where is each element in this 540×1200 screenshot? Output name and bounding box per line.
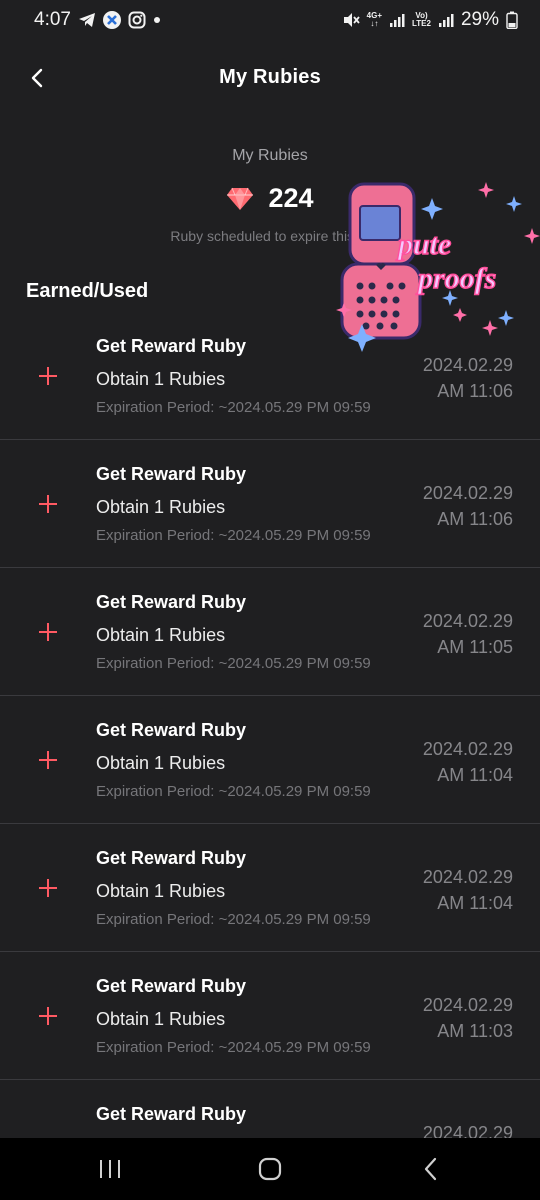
- status-time: 4:07: [34, 9, 71, 30]
- row-time: AM 11:03: [437, 1021, 513, 1041]
- signal-icon: [389, 12, 405, 28]
- plus-icon: [39, 623, 57, 641]
- row-expiration: Expiration Period: ~2024.05.29 PM 09:59: [96, 1039, 371, 1056]
- row-expiration: Expiration Period: ~2024.05.29 PM 09:59: [96, 399, 371, 416]
- row-amount: Obtain 1 Rubies: [96, 625, 226, 645]
- row-datetime: 2024.02.29 AM 11:04: [423, 864, 513, 916]
- row-datetime: 2024.02.29 AM 11:04: [423, 736, 513, 788]
- sticker-text-proofs: proofs: [415, 262, 496, 295]
- row-date: 2024.02.29: [422, 867, 513, 887]
- network-lte-text: LTE2: [412, 19, 431, 28]
- row-datetime: 2024.02.29 AM 11:06: [423, 480, 513, 532]
- history-row: Get Reward Ruby Obtain 1 Rubies Expirati…: [0, 696, 540, 824]
- row-title: Get Reward Ruby: [96, 1104, 247, 1124]
- status-left: 4:07: [34, 9, 161, 31]
- row-datetime: 2024.02.29 AM 11:06: [423, 352, 513, 404]
- row-title: Get Reward Ruby: [96, 976, 247, 996]
- status-right: 4G+ ↓↑ Vo) LTE2 29%: [342, 9, 518, 31]
- row-expiration: Expiration Period: ~2024.05.29 PM 09:59: [96, 655, 371, 672]
- row-datetime: 2024.02.29 AM 11:05: [423, 608, 513, 660]
- row-time: AM 11:05: [437, 637, 513, 657]
- row-expiration: Expiration Period: ~2024.05.29 PM 09:59: [96, 527, 371, 544]
- dot-icon: [153, 16, 161, 24]
- battery-percent: 29%: [460, 9, 499, 30]
- row-date: 2024.02.29: [422, 355, 513, 375]
- status-bar: 4:07 4G+ ↓↑ Vo) LTE2 29%: [0, 0, 540, 40]
- row-time: AM 11:06: [437, 509, 513, 529]
- history-row: Get Reward Ruby 2024.02.29: [0, 1080, 540, 1138]
- plus-icon: [39, 367, 57, 385]
- balance-value: 224: [268, 183, 314, 213]
- pute-proofs-sticker: pute proofs: [336, 182, 540, 352]
- nav-back-button[interactable]: [400, 1144, 460, 1194]
- row-datetime: 2024.02.29 AM 11:03: [423, 992, 513, 1044]
- ruby-gem-icon: [227, 187, 254, 210]
- row-date: 2024.02.29: [422, 611, 513, 631]
- balance-label: My Rubies: [232, 147, 308, 164]
- app-header: My Rubies: [0, 52, 540, 102]
- telegram-icon: [78, 12, 96, 28]
- history-list[interactable]: Get Reward Ruby Obtain 1 Rubies Expirati…: [0, 312, 540, 1138]
- back-icon: [424, 1157, 437, 1181]
- back-button[interactable]: [22, 63, 52, 93]
- history-row: Get Reward Ruby Obtain 1 Rubies Expirati…: [0, 440, 540, 568]
- row-title: Get Reward Ruby: [96, 464, 247, 484]
- history-row: Get Reward Ruby Obtain 1 Rubies Expirati…: [0, 952, 540, 1080]
- row-time: AM 11:06: [437, 381, 513, 401]
- signal-icon-2: [438, 12, 454, 28]
- plus-icon: [39, 751, 57, 769]
- row-date: 2024.02.29: [422, 995, 513, 1015]
- home-icon: [258, 1157, 282, 1181]
- row-time: AM 11:04: [437, 765, 513, 785]
- back-chevron-icon: [31, 68, 43, 88]
- plus-icon: [39, 1007, 57, 1025]
- plus-icon: [39, 495, 57, 513]
- row-title: Get Reward Ruby: [96, 592, 247, 612]
- row-amount: Obtain 1 Rubies: [96, 1009, 226, 1029]
- row-amount: Obtain 1 Rubies: [96, 753, 226, 773]
- mute-icon: [342, 11, 360, 29]
- row-date: 2024.02.29: [422, 483, 513, 503]
- system-nav-bar: [0, 1138, 540, 1200]
- app-x-icon: [102, 11, 121, 29]
- network-4g-label: 4G+ ↓↑: [366, 11, 382, 28]
- row-amount: Obtain 1 Rubies: [96, 369, 226, 389]
- history-row: Get Reward Ruby Obtain 1 Rubies Expirati…: [0, 568, 540, 696]
- battery-icon: [506, 11, 518, 29]
- row-expiration: Expiration Period: ~2024.05.29 PM 09:59: [96, 911, 371, 928]
- row-title: Get Reward Ruby: [96, 720, 247, 740]
- row-time: AM 11:04: [437, 893, 513, 913]
- instagram-icon: [128, 11, 146, 29]
- row-title: Get Reward Ruby: [96, 848, 247, 868]
- page-title: My Rubies: [219, 65, 321, 88]
- section-title: Earned/Used: [26, 280, 149, 302]
- row-amount: Obtain 1 Rubies: [96, 881, 226, 901]
- row-expiration: Expiration Period: ~2024.05.29 PM 09:59: [96, 783, 371, 800]
- sticker-text-pute: pute: [395, 228, 451, 261]
- recent-apps-button[interactable]: [80, 1144, 140, 1194]
- home-button[interactable]: [240, 1144, 300, 1194]
- recent-apps-icon: [100, 1160, 120, 1178]
- row-title: Get Reward Ruby: [96, 336, 247, 356]
- row-amount: Obtain 1 Rubies: [96, 497, 226, 517]
- row-datetime: 2024.02.29: [423, 1120, 513, 1138]
- network-type-text: 4G+: [366, 11, 382, 20]
- row-date: 2024.02.29: [422, 1123, 513, 1138]
- history-row: Get Reward Ruby Obtain 1 Rubies Expirati…: [0, 824, 540, 952]
- row-date: 2024.02.29: [422, 739, 513, 759]
- network-lte-label: Vo) LTE2: [412, 12, 431, 28]
- plus-icon: [39, 879, 57, 897]
